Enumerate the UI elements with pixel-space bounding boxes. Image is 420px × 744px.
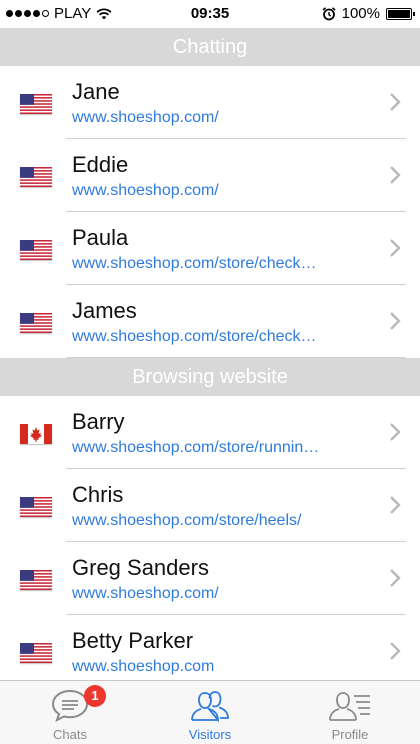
- section-header-browsing: Browsing website: [0, 358, 420, 396]
- country-flag: [20, 313, 52, 333]
- visitor-url: www.shoeshop.com/: [72, 109, 219, 126]
- country-flag: [20, 570, 52, 590]
- us-flag-icon: [20, 94, 52, 114]
- chevron-right-icon: [390, 312, 401, 330]
- alarm-clock-icon: [322, 6, 336, 20]
- visitor-url: www.shoeshop.com/: [72, 182, 219, 199]
- visitor-url: www.shoeshop.com/store/runnin…: [72, 439, 320, 456]
- tab-chats-label: Chats: [53, 727, 87, 742]
- visitor-row[interactable]: Betty Parker www.shoeshop.com: [0, 615, 420, 688]
- visitor-url: www.shoeshop.com/store/check…: [72, 255, 317, 272]
- us-flag-icon: [20, 570, 52, 590]
- status-bar: PLAY 09:35 100%: [0, 0, 420, 28]
- visitor-url: www.shoeshop.com/store/check…: [72, 328, 317, 345]
- section-header-chatting: Chatting: [0, 28, 420, 66]
- country-flag: [20, 497, 52, 517]
- visitor-row[interactable]: Chris www.shoeshop.com/store/heels/: [0, 469, 420, 542]
- visitor-name: Greg Sanders: [72, 555, 209, 580]
- tab-chats[interactable]: 1 Chats: [0, 681, 140, 744]
- us-flag-icon: [20, 497, 52, 517]
- tab-profile-label: Profile: [331, 727, 369, 742]
- visitor-url: www.shoeshop.com/: [72, 585, 219, 602]
- visitor-name: Barry: [72, 409, 125, 434]
- country-flag: [20, 643, 52, 663]
- us-flag-icon: [20, 167, 52, 187]
- chevron-right-icon: [390, 569, 401, 587]
- visitor-name: James: [72, 298, 137, 323]
- visitors-icon: [191, 691, 229, 723]
- chevron-right-icon: [390, 166, 401, 184]
- canada-flag-icon: [20, 424, 52, 444]
- country-flag: [20, 424, 52, 444]
- profile-icon: [329, 692, 370, 721]
- chevron-right-icon: [390, 642, 401, 660]
- us-flag-icon: [20, 240, 52, 260]
- country-flag: [20, 167, 52, 187]
- chevron-right-icon: [390, 93, 401, 111]
- visitor-row[interactable]: Barry www.shoeshop.com/store/runnin…: [0, 396, 420, 469]
- tab-visitors[interactable]: Visitors: [140, 681, 280, 744]
- tab-bar: 1 Chats Visitors Profile: [0, 680, 420, 744]
- visitor-row[interactable]: James www.shoeshop.com/store/check…: [0, 285, 420, 358]
- visitor-name: Jane: [72, 79, 120, 104]
- visitor-name: Paula: [72, 225, 129, 250]
- visitor-row[interactable]: Paula www.shoeshop.com/store/check…: [0, 212, 420, 285]
- visitor-row[interactable]: Greg Sanders www.shoeshop.com/: [0, 542, 420, 615]
- country-flag: [20, 240, 52, 260]
- chevron-right-icon: [390, 239, 401, 257]
- visitor-name: Eddie: [72, 152, 129, 177]
- visitor-row[interactable]: Eddie www.shoeshop.com/: [0, 139, 420, 212]
- visitor-url: www.shoeshop.com/store/heels/: [72, 512, 302, 529]
- chevron-right-icon: [390, 423, 401, 441]
- chevron-right-icon: [390, 496, 401, 514]
- unread-badge: 1: [84, 685, 106, 707]
- tab-profile[interactable]: Profile: [280, 681, 420, 744]
- tab-visitors-label: Visitors: [188, 727, 232, 742]
- us-flag-icon: [20, 313, 52, 333]
- visitor-name: Betty Parker: [72, 628, 194, 653]
- visitor-url: www.shoeshop.com: [72, 658, 215, 675]
- us-flag-icon: [20, 643, 52, 663]
- battery-percent: 100%: [341, 5, 380, 22]
- battery-icon: [386, 7, 415, 20]
- visitor-row[interactable]: Jane www.shoeshop.com/: [0, 66, 420, 139]
- country-flag: [20, 94, 52, 114]
- visitor-name: Chris: [72, 482, 124, 507]
